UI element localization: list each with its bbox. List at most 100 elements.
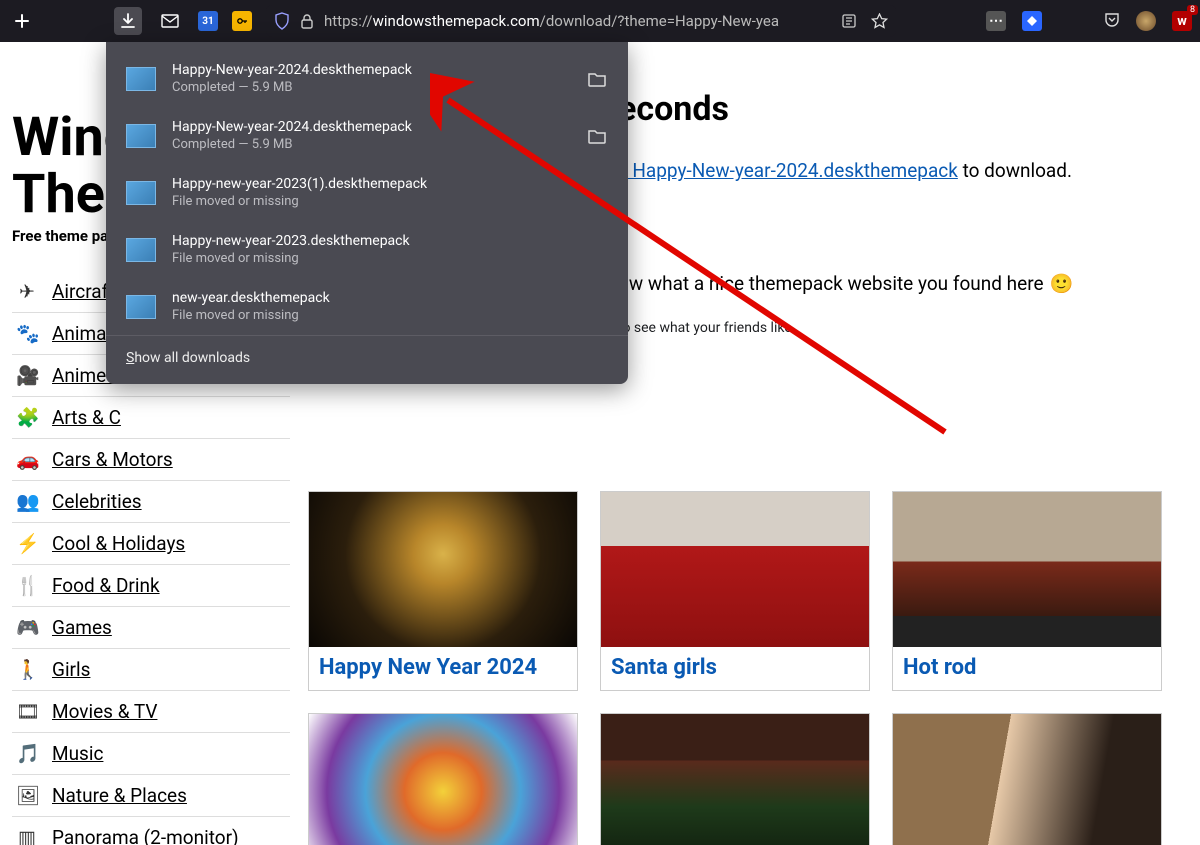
download-status: File moved or missing bbox=[172, 308, 608, 323]
theme-card[interactable]: Hot rod bbox=[892, 491, 1162, 691]
category-label: Panorama (2-monitor) bbox=[52, 826, 239, 845]
calendar-badge[interactable]: 31 bbox=[198, 11, 218, 31]
reader-mode-icon[interactable] bbox=[841, 13, 857, 29]
theme-card[interactable]: LEGO Minifigures bbox=[308, 713, 578, 845]
download-thumb-icon bbox=[126, 181, 156, 205]
pocket-icon[interactable] bbox=[1104, 12, 1120, 30]
downloads-panel: Happy-New-year-2024.deskthemepack Comple… bbox=[106, 42, 628, 384]
category-label: Movies & TV bbox=[52, 700, 157, 723]
sidebar-item[interactable]: ▥ Panorama (2-monitor) bbox=[12, 817, 290, 845]
category-icon: 👥 bbox=[16, 490, 38, 513]
sidebar-item[interactable]: 🖼 Nature & Places bbox=[12, 775, 290, 817]
category-icon: 🧩 bbox=[16, 406, 38, 429]
extension-red-icon[interactable]: w 8 bbox=[1172, 11, 1192, 31]
address-bar[interactable]: https://windowsthemepack.com/download/?t… bbox=[266, 5, 896, 37]
theme-title: Santa girls bbox=[601, 647, 869, 690]
category-label: Food & Drink bbox=[52, 574, 160, 597]
download-item[interactable]: new-year.deskthemepack File moved or mis… bbox=[106, 278, 628, 335]
sidebar-item[interactable]: ⚡ Cool & Holidays bbox=[12, 523, 290, 565]
share-text: ow what a nice themepack website you fou… bbox=[618, 272, 1178, 295]
category-icon: 🎞 bbox=[16, 700, 38, 723]
theme-card[interactable]: Christmas Trees bbox=[600, 713, 870, 845]
theme-thumbnail bbox=[309, 492, 577, 647]
hero-heading-partial: econds bbox=[618, 89, 1178, 129]
theme-title: Happy New Year 2024 bbox=[309, 647, 577, 690]
shield-icon bbox=[274, 12, 290, 30]
extension-blue-icon[interactable] bbox=[1022, 11, 1042, 31]
theme-card[interactable]: Happy New Year 2024 bbox=[308, 491, 578, 691]
calendar-day: 31 bbox=[202, 16, 213, 27]
theme-thumbnail bbox=[893, 714, 1161, 845]
category-icon: 🐾 bbox=[16, 322, 38, 345]
category-icon: 🎮 bbox=[16, 616, 38, 639]
category-icon: 🚗 bbox=[16, 448, 38, 471]
category-label: Music bbox=[52, 742, 103, 765]
category-icon: ✈ bbox=[16, 280, 38, 303]
open-folder-icon[interactable] bbox=[586, 125, 608, 147]
download-filename: new-year.deskthemepack bbox=[172, 290, 608, 306]
download-item[interactable]: Happy-New-year-2024.deskthemepack Comple… bbox=[106, 50, 628, 107]
theme-thumbnail bbox=[893, 492, 1161, 647]
profile-avatar[interactable] bbox=[1136, 11, 1156, 31]
download-sentence: k Happy-New-year-2024.deskthemepack to d… bbox=[618, 159, 1178, 182]
url-text: https://windowsthemepack.com/download/?t… bbox=[324, 12, 779, 30]
download-status: File moved or missing bbox=[172, 194, 608, 209]
download-thumb-icon bbox=[126, 124, 156, 148]
open-folder-icon[interactable] bbox=[586, 68, 608, 90]
sidebar-item[interactable]: 🧩 Arts & C bbox=[12, 397, 290, 439]
theme-thumbnail bbox=[601, 714, 869, 845]
downloads-button[interactable] bbox=[114, 7, 142, 35]
category-label: Girls bbox=[52, 658, 90, 681]
download-filename: Happy-new-year-2023(1).deskthemepack bbox=[172, 176, 608, 192]
download-status: Completed — 5.9 MB bbox=[172, 80, 570, 95]
lock-icon bbox=[300, 13, 314, 29]
new-tab-button[interactable] bbox=[8, 7, 36, 35]
badge-count: 8 bbox=[1187, 5, 1198, 15]
category-label: Celebrities bbox=[52, 490, 142, 513]
show-all-downloads[interactable]: Show all downloads bbox=[106, 335, 628, 376]
category-label: Nature & Places bbox=[52, 784, 187, 807]
key-icon[interactable] bbox=[232, 11, 252, 31]
download-status: File moved or missing bbox=[172, 251, 608, 266]
category-icon: ⚡ bbox=[16, 532, 38, 555]
mail-icon[interactable] bbox=[156, 7, 184, 35]
sidebar-item[interactable]: 🎮 Games bbox=[12, 607, 290, 649]
download-link[interactable]: k Happy-New-year-2024.deskthemepack bbox=[618, 159, 958, 182]
theme-title: Hot rod bbox=[893, 647, 1161, 690]
download-thumb-icon bbox=[126, 67, 156, 91]
category-icon: 🍴 bbox=[16, 574, 38, 597]
category-icon: 🎵 bbox=[16, 742, 38, 765]
smile-emoji: 🙂 bbox=[1050, 272, 1074, 295]
theme-card[interactable]: Santa girls bbox=[600, 491, 870, 691]
sidebar-item[interactable]: 🎵 Music bbox=[12, 733, 290, 775]
download-status: Completed — 5.9 MB bbox=[172, 137, 570, 152]
category-label: Arts & C bbox=[52, 406, 121, 429]
more-icon[interactable]: ⋯ bbox=[986, 11, 1006, 31]
browser-toolbar: 31 https://windowsthemepack.com/download… bbox=[0, 0, 1200, 42]
category-icon: 🖼 bbox=[16, 784, 38, 807]
download-thumb-icon bbox=[126, 238, 156, 262]
download-filename: Happy-New-year-2024.deskthemepack bbox=[172, 62, 570, 78]
category-label: Games bbox=[52, 616, 112, 639]
download-thumb-icon bbox=[126, 295, 156, 319]
theme-thumbnail bbox=[601, 492, 869, 647]
download-item[interactable]: Happy-new-year-2023.deskthemepack File m… bbox=[106, 221, 628, 278]
category-icon: ▥ bbox=[16, 826, 38, 845]
sidebar-item[interactable]: 🎞 Movies & TV bbox=[12, 691, 290, 733]
category-icon: 🚶 bbox=[16, 658, 38, 681]
theme-cards-grid: Happy New Year 2024 Santa girls Hot rod … bbox=[308, 491, 1188, 845]
category-label: Cool & Holidays bbox=[52, 532, 185, 555]
category-label: Cars & Motors bbox=[52, 448, 173, 471]
sidebar-item[interactable]: 🚗 Cars & Motors bbox=[12, 439, 290, 481]
download-item[interactable]: Happy-New-year-2024.deskthemepack Comple… bbox=[106, 107, 628, 164]
download-item[interactable]: Happy-new-year-2023(1).deskthemepack Fil… bbox=[106, 164, 628, 221]
category-icon: 🎥 bbox=[16, 364, 38, 387]
bookmark-star-icon[interactable] bbox=[871, 13, 888, 30]
sidebar-item[interactable]: 🚶 Girls bbox=[12, 649, 290, 691]
sidebar-item[interactable]: 👥 Celebrities bbox=[12, 481, 290, 523]
download-filename: Happy-new-year-2023.deskthemepack bbox=[172, 233, 608, 249]
facebook-like-text: to see what your friends like. bbox=[618, 320, 1178, 336]
theme-card[interactable]: Tate McRae bbox=[892, 713, 1162, 845]
sidebar-item[interactable]: 🍴 Food & Drink bbox=[12, 565, 290, 607]
theme-thumbnail bbox=[309, 714, 577, 845]
